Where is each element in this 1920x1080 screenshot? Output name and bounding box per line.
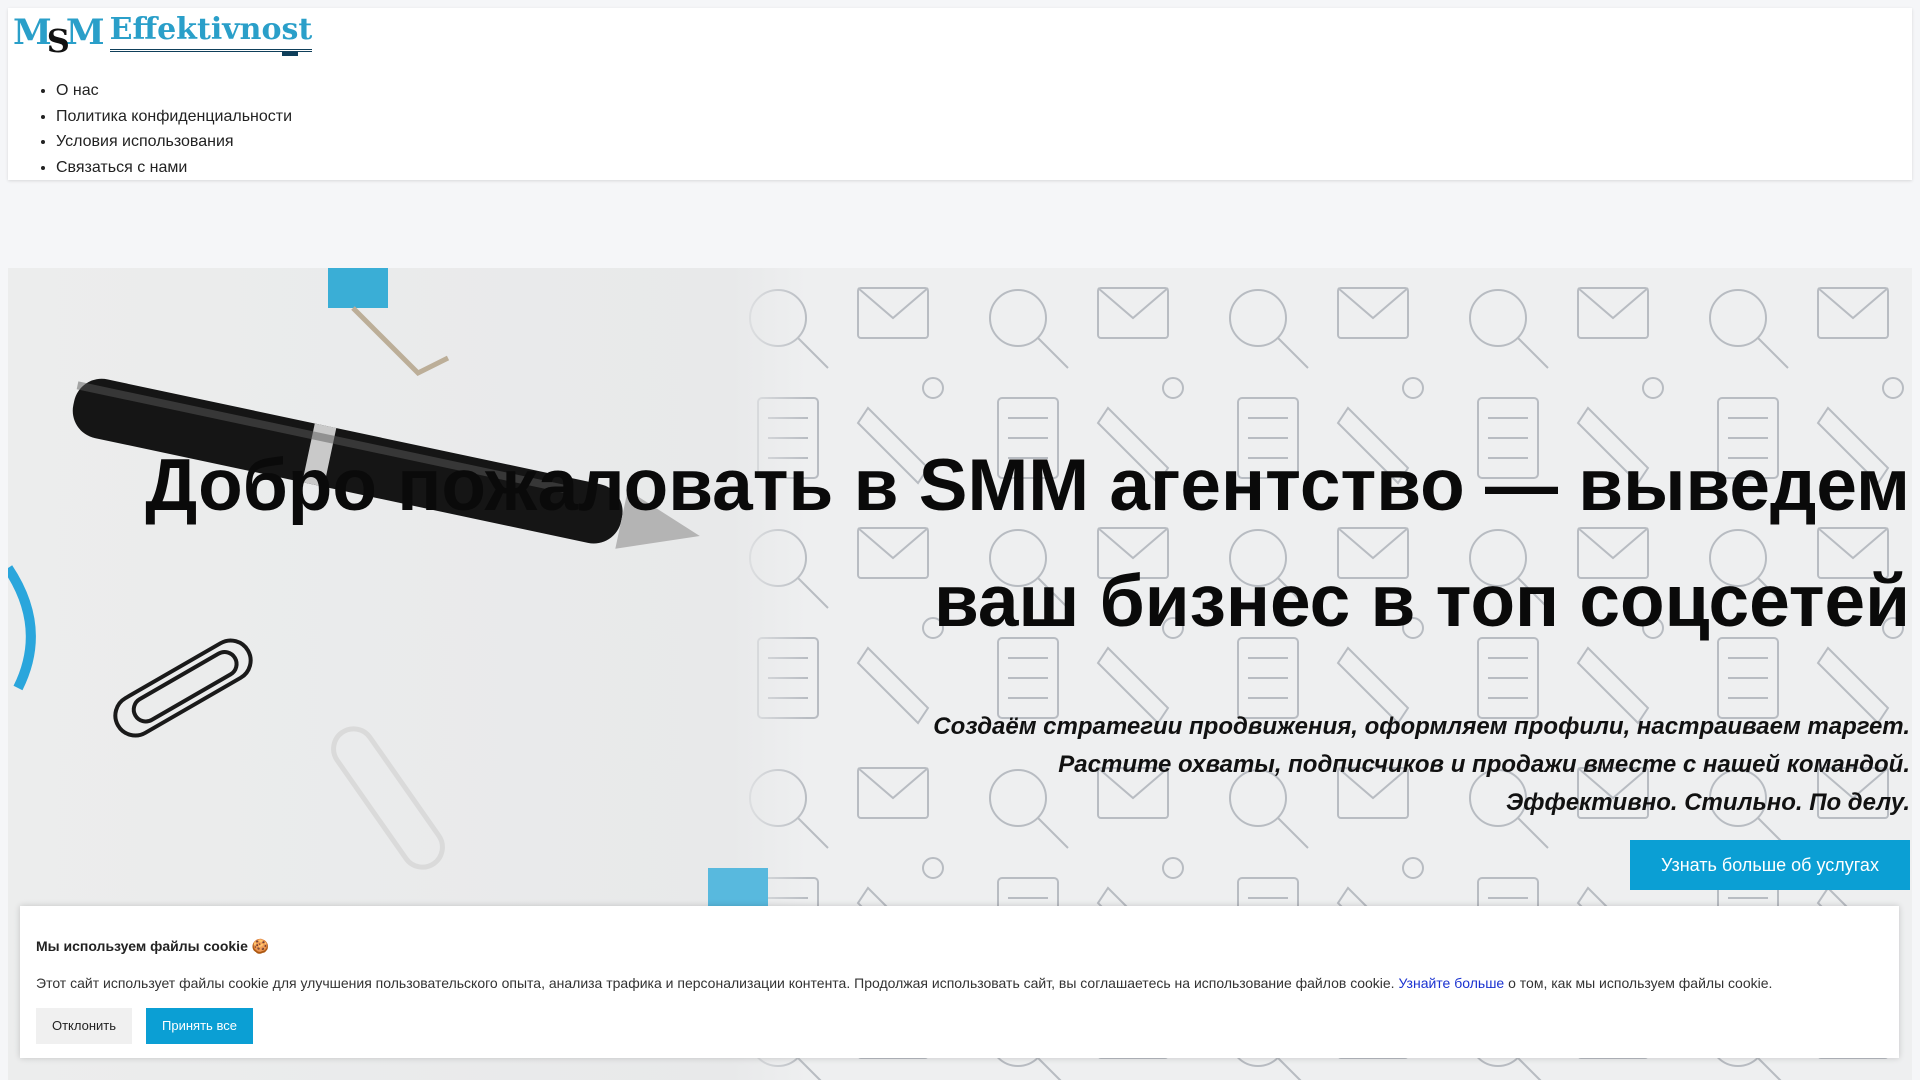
nav-item-label[interactable]: Связаться с нами	[56, 159, 187, 176]
nav-item-label[interactable]: Политика конфиденциальности	[56, 108, 292, 125]
cookie-learn-more-link[interactable]: Узнайте больше	[1398, 975, 1504, 991]
hero-subtitle-line: Растите охваты, подписчиков и продажи вм…	[1058, 751, 1910, 778]
menu-toggle-button[interactable]	[282, 52, 298, 56]
hero-title: Добро пожаловать в SMM агентство — вывед…	[145, 445, 1910, 642]
cookie-banner: Мы используем файлы cookie 🍪 Этот сайт и…	[20, 906, 1899, 1058]
decline-cookies-button[interactable]: Отклонить	[36, 1008, 132, 1044]
nav-item-privacy[interactable]: Политика конфиденциальности	[56, 104, 292, 130]
nav-item-contact[interactable]: Связаться с нами	[56, 155, 292, 181]
cookie-text-before: Этот сайт использует файлы cookie для ул…	[36, 975, 1399, 991]
cookie-text-after: о том, как мы используем файлы cookie.	[1504, 975, 1773, 991]
logo-wordmark: Effektivnost	[109, 12, 313, 52]
nav-item-label[interactable]: О нас	[56, 82, 99, 99]
nav-item-label[interactable]: Условия использования	[56, 133, 234, 150]
main-nav: О нас Политика конфиденциальности Услови…	[30, 78, 292, 180]
nav-item-about[interactable]: О нас	[56, 78, 292, 104]
site-header: M S M Effektivnost О нас Политика конфид…	[8, 8, 1912, 180]
logo-letter-m2: M	[65, 12, 105, 53]
site-logo[interactable]: M S M Effektivnost	[13, 12, 313, 60]
cookie-banner-text: Этот сайт использует файлы cookie для ул…	[36, 975, 1772, 991]
logo-letter-m: M	[13, 12, 52, 53]
logo-letter-s: S	[46, 22, 70, 60]
hero-subtitle-line: Создаём стратегии продвижения, оформляем…	[933, 713, 1910, 740]
hero-subtitle: Создаём стратегии продвижения, оформляем…	[510, 708, 1910, 822]
learn-more-button[interactable]: Узнать больше об услугах	[1630, 840, 1910, 890]
hero-subtitle-line: Эффективно. Стильно. По делу.	[1505, 789, 1910, 816]
accept-all-cookies-button[interactable]: Принять все	[146, 1008, 253, 1044]
cookie-banner-title: Мы используем файлы cookie 🍪	[36, 938, 270, 954]
nav-item-terms[interactable]: Условия использования	[56, 129, 292, 155]
